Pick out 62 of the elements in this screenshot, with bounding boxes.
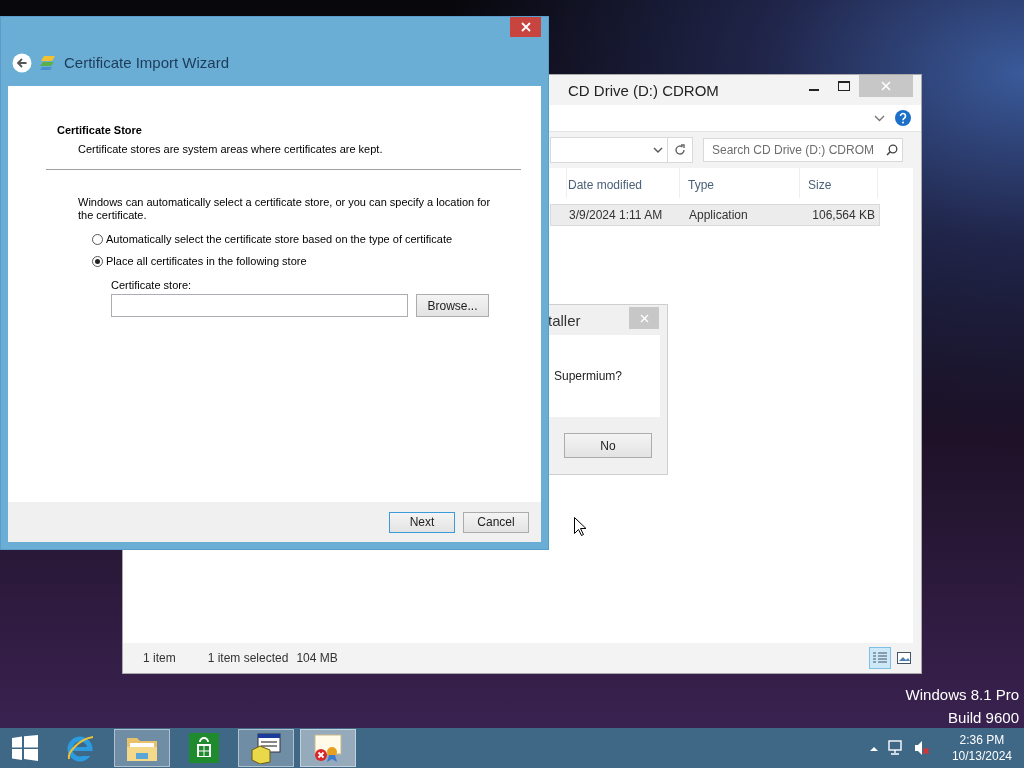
- refresh-icon: [674, 144, 686, 156]
- next-button[interactable]: Next: [389, 511, 455, 533]
- edition-text: Build 9600: [948, 709, 1019, 726]
- table-cell-text: 3/9/2024 1:11 AM: [568, 208, 664, 222]
- windows-logo-icon: [12, 735, 38, 761]
- minimize-icon: [809, 88, 819, 91]
- close-icon: [520, 22, 531, 32]
- window-title: CD Drive (D:) CDROM: [568, 81, 720, 99]
- taskbar-button[interactable]: [300, 729, 356, 767]
- column-header[interactable]: Date modified: [560, 168, 680, 198]
- instruction-text: Windows can automatically select a certificate store, or you can specify a location for the certificate.: [78, 196, 492, 222]
- network-icon[interactable]: [887, 740, 904, 756]
- close-icon: [639, 313, 649, 323]
- back-button[interactable]: [12, 52, 32, 73]
- option-label: Automatically select the certificate store based on the type of certificate: [106, 233, 453, 245]
- store-icon: [189, 733, 219, 763]
- search-icon: [886, 144, 898, 156]
- column-header[interactable]: Size: [800, 168, 878, 198]
- mouse-cursor-icon: [574, 517, 586, 536]
- clock-date: 10/13/2024: [951, 748, 1012, 764]
- edition-text: Windows 8.1 Pro: [905, 686, 1019, 703]
- clock[interactable]: 2:36 PM 10/13/2024: [951, 732, 1012, 764]
- radio-button[interactable]: [92, 233, 103, 245]
- chevron-down-icon: [653, 147, 663, 153]
- status-text: 1 item selected: [207, 651, 289, 665]
- radio-button[interactable]: [92, 255, 103, 267]
- cancel-button[interactable]: Cancel: [463, 511, 529, 533]
- field-label: Certificate store:: [111, 279, 193, 291]
- option-label: Place all certificates in the following store: [106, 255, 307, 267]
- search-field[interactable]: Search CD Drive (D:) CDROM: [703, 138, 903, 162]
- show-hidden-icons-button[interactable]: [869, 745, 878, 751]
- certificate-store-field[interactable]: [111, 294, 408, 317]
- dialog-title: taller: [548, 311, 582, 329]
- section-heading: Certificate Store: [57, 124, 143, 136]
- table-cell-text: 106,564 KB: [811, 208, 876, 222]
- status-text: 1 item: [143, 651, 176, 665]
- certificate-icon: [40, 54, 56, 71]
- section-description: Certificate stores are system areas where certificates are kept.: [78, 143, 384, 155]
- radio-option[interactable]: Automatically select the certificate store based on the type of certificate: [92, 233, 541, 245]
- refresh-button[interactable]: [667, 137, 693, 163]
- wizard-title: Certificate Import Wizard: [64, 54, 230, 71]
- installer-icon: [250, 732, 282, 764]
- picture-icon: [897, 652, 911, 664]
- chevron-down-icon: [874, 114, 885, 122]
- dialog-message: Supermium?: [554, 369, 623, 383]
- no-button[interactable]: No: [564, 433, 652, 458]
- maximize-icon: [838, 81, 850, 91]
- close-button[interactable]: [510, 17, 541, 37]
- taskbar-button[interactable]: [238, 729, 294, 767]
- browse-button[interactable]: Browse...: [416, 294, 489, 317]
- clock-time: 2:36 PM: [959, 732, 1005, 748]
- file-row[interactable]: 3/9/2024 1:11 AM Application 106,564 KB: [550, 204, 880, 226]
- column-header[interactable]: Type: [680, 168, 800, 198]
- close-icon: [881, 81, 891, 91]
- browser-icon: [65, 733, 95, 763]
- help-icon: [895, 110, 911, 126]
- speaker-muted-icon[interactable]: [913, 740, 930, 756]
- radio-option[interactable]: Place all certificates in the following store: [92, 255, 541, 267]
- status-text: 104 MB: [296, 651, 338, 665]
- certificate-error-icon: [312, 733, 344, 763]
- details-view-icon: [873, 652, 887, 664]
- table-cell-text: Application: [688, 208, 749, 222]
